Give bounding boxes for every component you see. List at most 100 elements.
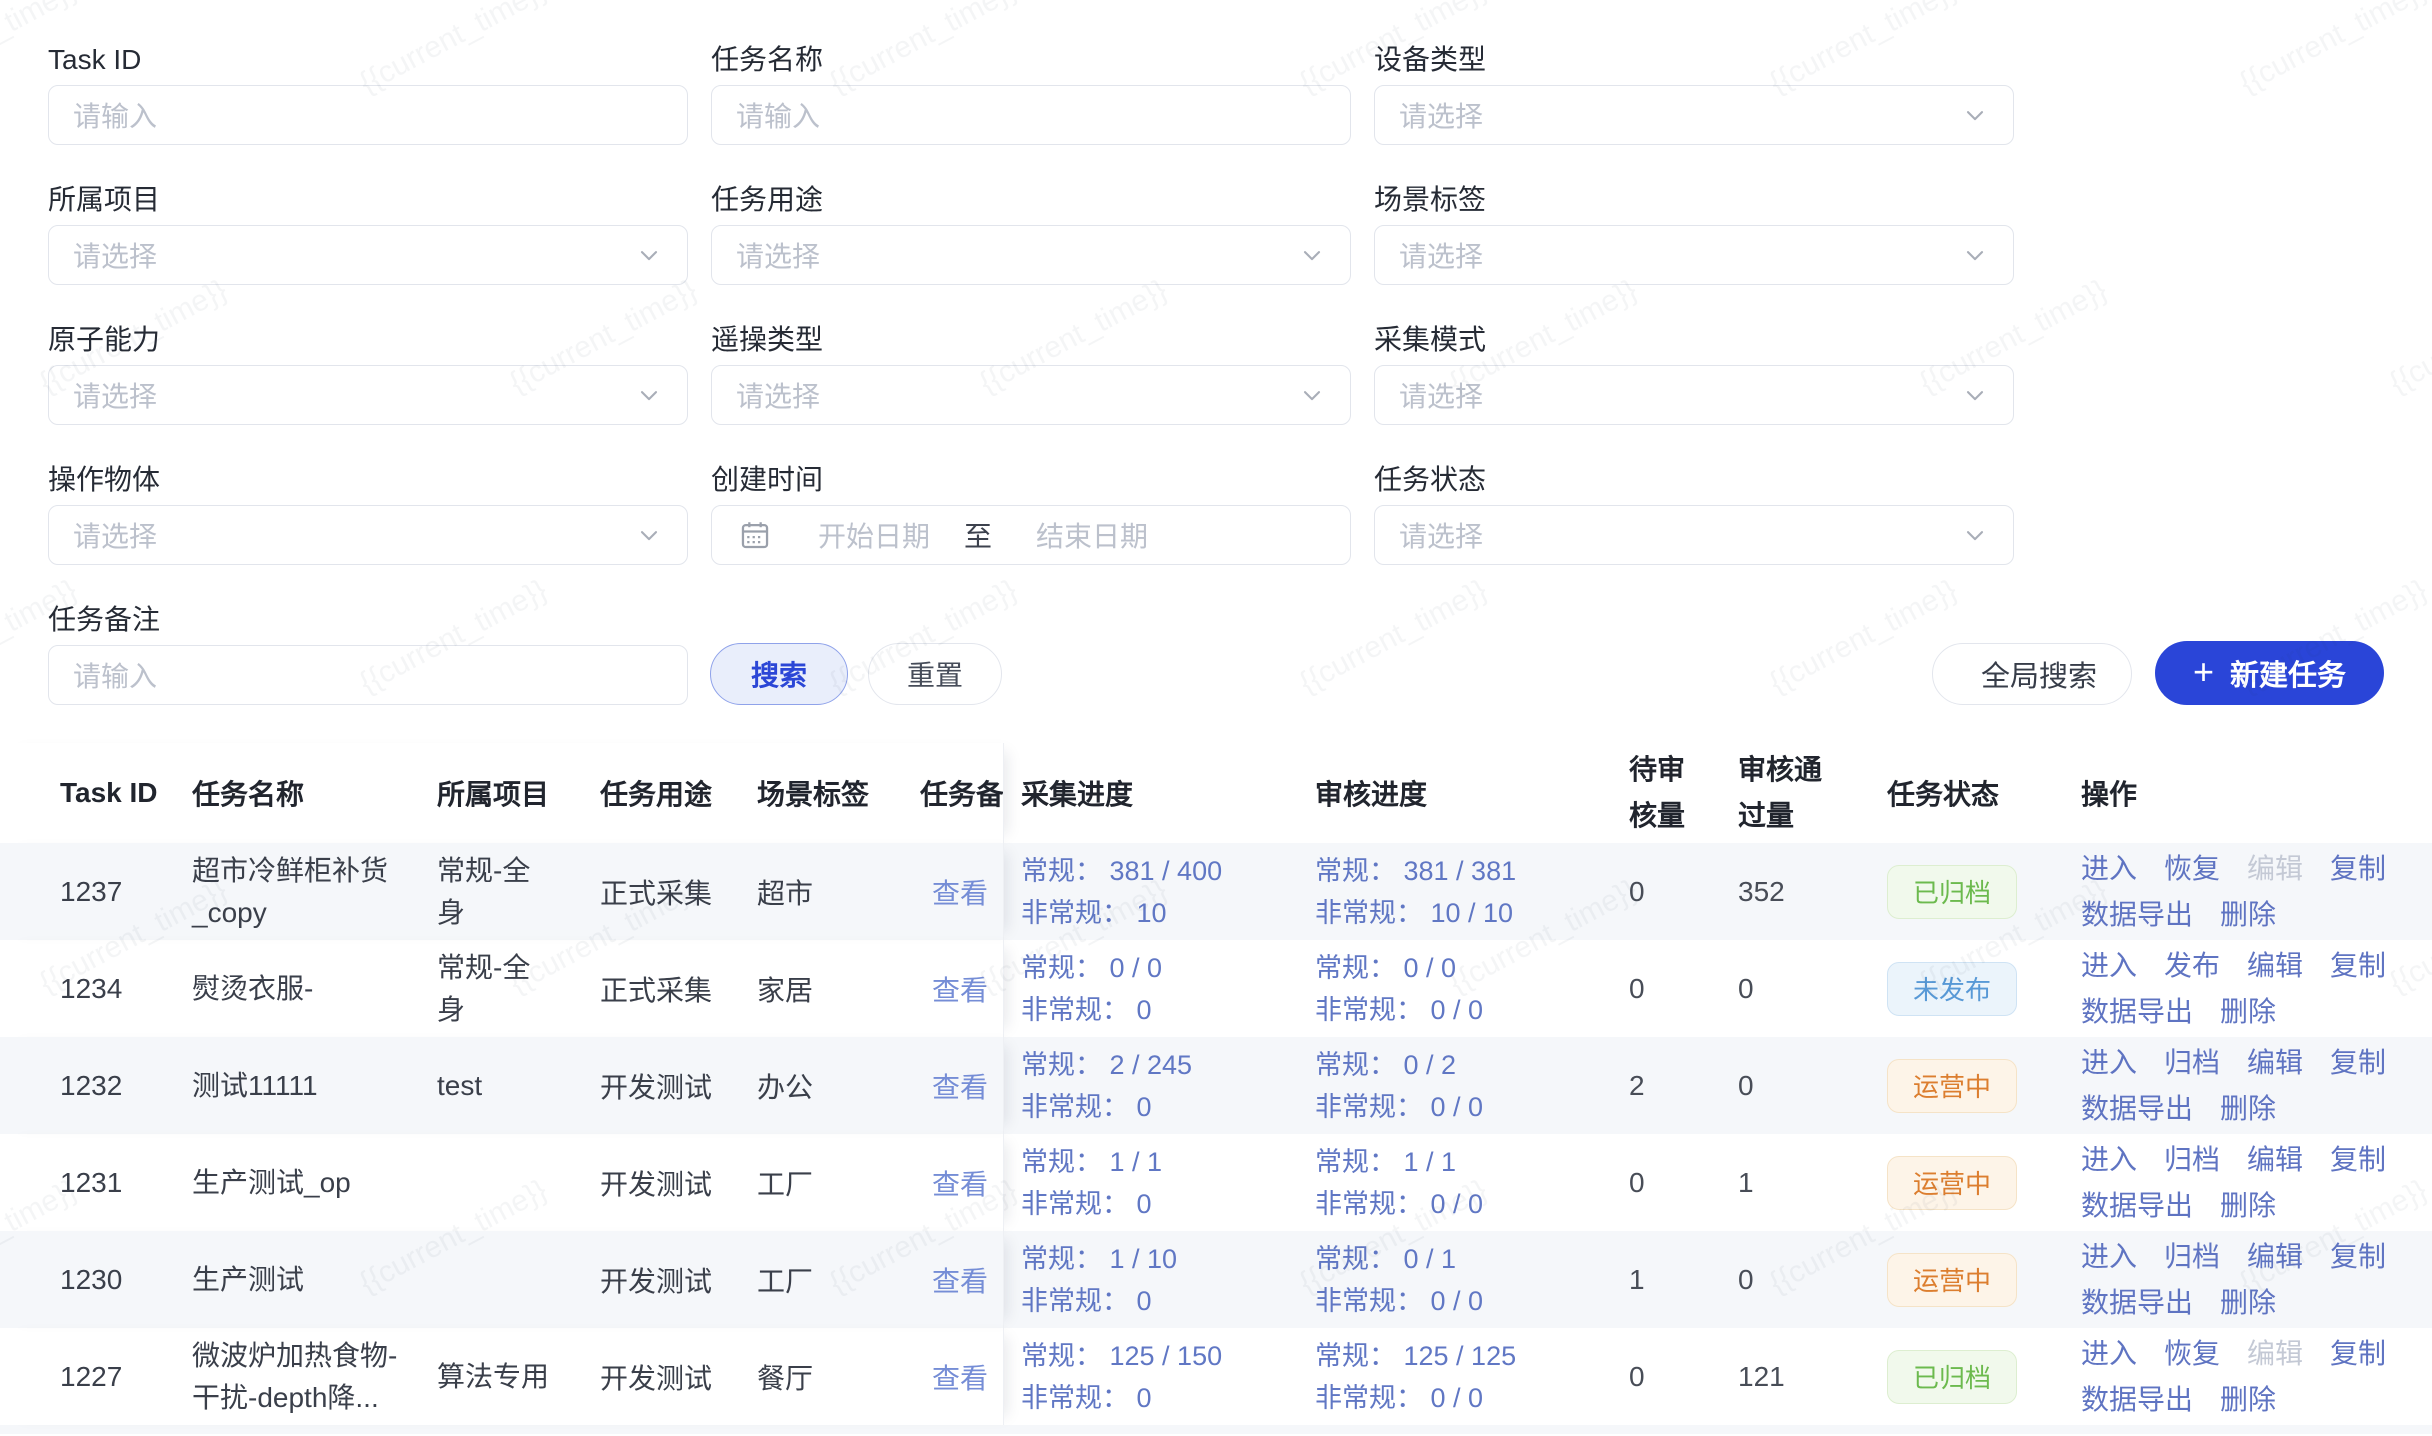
action-link[interactable]: 删除	[2220, 1377, 2276, 1423]
action-link[interactable]: 数据导出	[2081, 1280, 2193, 1326]
action-link[interactable]: 删除	[2220, 1086, 2276, 1132]
status-badge: 运营中	[1887, 1156, 2017, 1210]
filter-field-label: 任务用途	[711, 175, 1351, 225]
search-button[interactable]: 搜索	[710, 643, 848, 705]
cell-task-id: 1230	[60, 1231, 192, 1328]
action-link[interactable]: 编辑	[2247, 1137, 2303, 1183]
action-link[interactable]: 数据导出	[2081, 1377, 2193, 1423]
chevron-down-icon	[635, 521, 663, 549]
filter-field-8: 采集模式请选择	[1374, 315, 2014, 425]
cell-pending-count: 0	[1620, 940, 1732, 1037]
filter-select-2[interactable]: 请选择	[1374, 85, 2014, 145]
action-link[interactable]: 归档	[2164, 1040, 2220, 1086]
action-link: 编辑	[2247, 1331, 2303, 1377]
view-remark-link[interactable]: 查看	[932, 969, 988, 1009]
cell-pending-count: 2	[1620, 1037, 1732, 1134]
action-link[interactable]: 进入	[2081, 846, 2137, 892]
chevron-down-icon	[1298, 241, 1326, 269]
action-link[interactable]: 复制	[2330, 1040, 2386, 1086]
filter-select-8[interactable]: 请选择	[1374, 365, 2014, 425]
reset-button[interactable]: 重置	[868, 643, 1002, 705]
cell-collect-progress: 常规： 2 / 245非常规： 0	[1004, 1037, 1315, 1134]
view-remark-link[interactable]: 查看	[932, 1163, 988, 1203]
cell-status: 未发布	[1887, 940, 2064, 1037]
cell-review-progress: 常规： 0 / 2非常规： 0 / 0	[1315, 1037, 1620, 1134]
action-link[interactable]: 复制	[2330, 846, 2386, 892]
view-remark-link[interactable]: 查看	[932, 872, 988, 912]
action-link[interactable]: 编辑	[2247, 1040, 2303, 1086]
table-body: 1237超市冷鲜柜补货_copy常规-全身正式采集超市查看常规： 381 / 4…	[0, 843, 2432, 1425]
filter-select-5[interactable]: 请选择	[1374, 225, 2014, 285]
action-link[interactable]: 删除	[2220, 1183, 2276, 1229]
action-link[interactable]: 进入	[2081, 943, 2137, 989]
filter-input-1[interactable]: 请输入	[711, 85, 1351, 145]
row-fixed-group: 1231生产测试_op开发测试工厂查看	[0, 1134, 1004, 1231]
action-link[interactable]: 恢复	[2164, 846, 2220, 892]
action-link[interactable]: 数据导出	[2081, 892, 2193, 938]
cell-line: 非常规： 0 / 0	[1315, 1183, 1483, 1225]
cell-collect-progress: 常规： 125 / 150非常规： 0	[1004, 1328, 1315, 1425]
chevron-down-icon	[1961, 381, 1989, 409]
filter-select-11[interactable]: 请选择	[1374, 505, 2014, 565]
action-link[interactable]: 删除	[2220, 892, 2276, 938]
cell-pending-count: 0	[1620, 1328, 1732, 1425]
action-link[interactable]: 归档	[2164, 1137, 2220, 1183]
action-link[interactable]: 编辑	[2247, 1234, 2303, 1280]
cell-status: 运营中	[1887, 1231, 2064, 1328]
cell-scene: 办公	[757, 1037, 920, 1134]
action-link[interactable]: 进入	[2081, 1040, 2137, 1086]
cell-task-id: 1232	[60, 1037, 192, 1134]
filter-select-9[interactable]: 请选择	[48, 505, 688, 565]
action-link[interactable]: 进入	[2081, 1331, 2137, 1377]
filter-select-7[interactable]: 请选择	[711, 365, 1351, 425]
action-link[interactable]: 恢复	[2164, 1331, 2220, 1377]
header-cell: 审核通过量	[1732, 743, 1887, 843]
action-link[interactable]: 数据导出	[2081, 1183, 2193, 1229]
action-link[interactable]: 删除	[2220, 989, 2276, 1035]
action-link[interactable]: 进入	[2081, 1137, 2137, 1183]
cell-line: 超市冷鲜柜补货	[192, 850, 388, 892]
action-link[interactable]: 复制	[2330, 1137, 2386, 1183]
create-task-button[interactable]: + 新建任务	[2155, 641, 2384, 705]
select-placeholder: 请选择	[736, 375, 820, 415]
action-link[interactable]: 复制	[2330, 943, 2386, 989]
cell-task-name: 测试11111	[192, 1037, 437, 1134]
select-placeholder: 请选择	[1399, 95, 1483, 135]
header-line: 审核通	[1738, 747, 1822, 793]
view-remark-link[interactable]: 查看	[932, 1260, 988, 1300]
cell-task-name: 熨烫衣服-	[192, 940, 437, 1037]
filter-grid: Task ID请输入任务名称请输入设备类型请选择所属项目请选择任务用途请选择场景…	[48, 35, 2384, 595]
status-badge: 运营中	[1887, 1253, 2017, 1307]
action-link[interactable]: 归档	[2164, 1234, 2220, 1280]
action-link[interactable]: 发布	[2164, 943, 2220, 989]
cell-review-progress: 常规： 125 / 125非常规： 0 / 0	[1315, 1328, 1620, 1425]
table-row: 1237超市冷鲜柜补货_copy常规-全身正式采集超市查看常规： 381 / 4…	[0, 843, 2432, 940]
cell-status: 已归档	[1887, 843, 2064, 940]
table-row: 1234熨烫衣服-常规-全身正式采集家居查看常规： 0 / 0非常规： 0常规：…	[0, 940, 2432, 1037]
action-link[interactable]: 复制	[2330, 1331, 2386, 1377]
cell-scene: 工厂	[757, 1134, 920, 1231]
action-link[interactable]: 数据导出	[2081, 1086, 2193, 1132]
cell-project: 常规-全身	[437, 843, 600, 940]
view-remark-link[interactable]: 查看	[932, 1357, 988, 1397]
filter-input-12[interactable]: 请输入	[48, 645, 688, 705]
filter-panel: Task ID请输入任务名称请输入设备类型请选择所属项目请选择任务用途请选择场景…	[0, 0, 2432, 705]
global-search-button[interactable]: 全局搜索	[1932, 643, 2132, 705]
action-link[interactable]: 数据导出	[2081, 989, 2193, 1035]
filter-daterange-10[interactable]: 开始日期至结束日期	[711, 505, 1351, 565]
filter-select-3[interactable]: 请选择	[48, 225, 688, 285]
action-link[interactable]: 复制	[2330, 1234, 2386, 1280]
view-remark-link[interactable]: 查看	[932, 1066, 988, 1106]
filter-field-12: 任务备注请输入	[48, 595, 688, 705]
cell-passed-count: 1	[1732, 1134, 1887, 1231]
action-link[interactable]: 进入	[2081, 1234, 2137, 1280]
header-cell: 待审核量	[1620, 743, 1732, 843]
action-link[interactable]: 编辑	[2247, 943, 2303, 989]
action-link[interactable]: 删除	[2220, 1280, 2276, 1326]
filter-input-0[interactable]: 请输入	[48, 85, 688, 145]
actions-line: 进入恢复编辑复制	[2081, 1331, 2386, 1377]
filter-select-6[interactable]: 请选择	[48, 365, 688, 425]
cell-line: 常规： 381 / 400	[1021, 850, 1222, 892]
header-line: 核量	[1629, 793, 1685, 839]
filter-select-4[interactable]: 请选择	[711, 225, 1351, 285]
